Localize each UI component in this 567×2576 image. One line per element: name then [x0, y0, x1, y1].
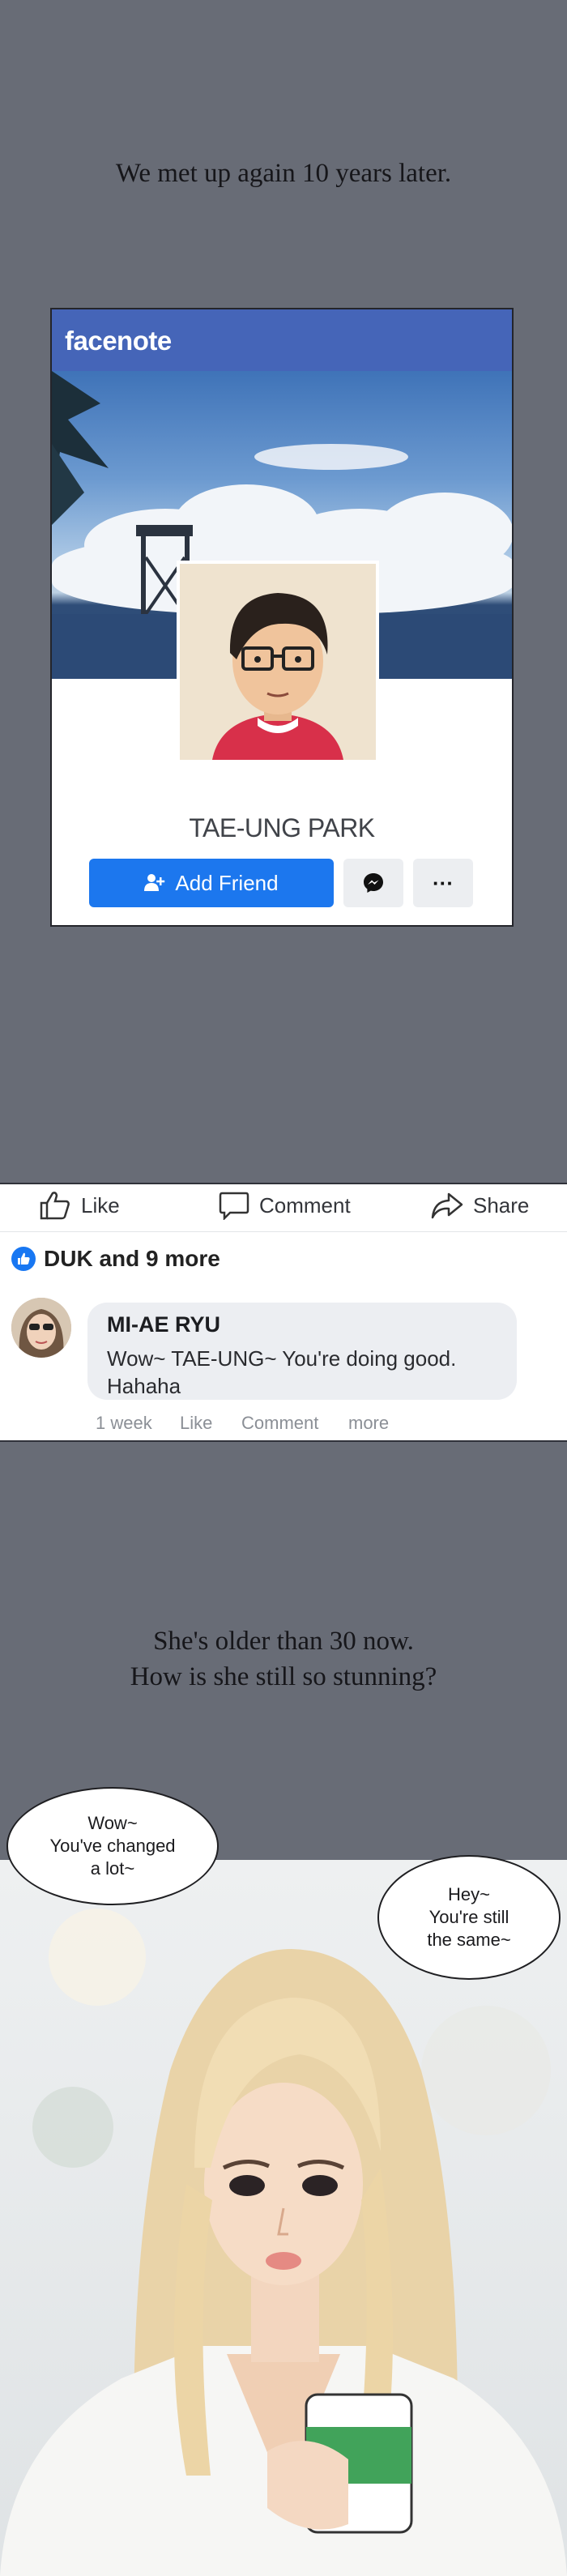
comment-like-link[interactable]: Like	[180, 1413, 212, 1434]
comment-action[interactable]: Comment	[219, 1191, 351, 1220]
speech-left-line-3: a lot~	[90, 1858, 135, 1879]
comment-label: Comment	[259, 1192, 351, 1218]
add-person-icon	[144, 874, 165, 891]
caption-stunning-line-2: How is she still so stunning?	[130, 1662, 437, 1691]
caption-stunning: She's older than 30 now. How is she stil…	[0, 1623, 567, 1695]
comment-timestamp: 1 week	[96, 1413, 152, 1433]
speech-left-line-2: You've changed	[49, 1836, 176, 1856]
like-action[interactable]: Like	[39, 1191, 120, 1220]
like-label: Like	[81, 1192, 120, 1218]
reactions-summary[interactable]: DUK and 9 more	[11, 1246, 220, 1272]
commenter-avatar[interactable]	[11, 1298, 71, 1358]
add-friend-label: Add Friend	[175, 870, 279, 895]
profile-card: facenote TAE-UNG PARK Add Friend ···	[50, 308, 514, 927]
caption-stunning-line-1: She's older than 30 now.	[153, 1627, 414, 1656]
comment-reply-link[interactable]: Comment	[241, 1413, 318, 1434]
share-icon	[431, 1192, 463, 1219]
thumbs-up-icon	[40, 1192, 70, 1220]
comment-text: Wow~ TAE-UNG~ You're doing good. Hahaha	[107, 1345, 456, 1400]
comment-more-link[interactable]: more	[348, 1413, 389, 1434]
speech-right-line-1: Hey~	[448, 1884, 490, 1904]
profile-avatar-illustration	[180, 564, 376, 760]
brand-logo: facenote	[65, 326, 172, 356]
comment-bubble: MI-AE RYU Wow~ TAE-UNG~ You're doing goo…	[87, 1303, 517, 1400]
comment-line-1: Wow~ TAE-UNG~ You're doing good.	[107, 1346, 457, 1371]
speech-bubble-left: Wow~ You've changed a lot~	[6, 1787, 219, 1905]
post-card: Like Comment Share DUK and 9 more MI-AE …	[0, 1183, 567, 1442]
share-action[interactable]: Share	[431, 1191, 529, 1220]
reactions-text: DUK and 9 more	[44, 1246, 220, 1271]
like-reaction-icon	[11, 1247, 36, 1271]
profile-name: TAE-UNG PARK	[189, 813, 375, 842]
comment-author[interactable]: MI-AE RYU	[107, 1312, 220, 1337]
post-actions: Like Comment Share	[0, 1184, 567, 1232]
comment-icon	[219, 1192, 249, 1220]
speech-bubble-right: Hey~ You're still the same~	[377, 1855, 561, 1980]
comment-line-2: Hahaha	[107, 1374, 181, 1398]
share-label: Share	[473, 1192, 530, 1218]
profile-picture[interactable]	[177, 561, 379, 763]
caption-reunion: We met up again 10 years later.	[115, 159, 452, 188]
add-friend-button[interactable]: Add Friend	[89, 859, 334, 907]
speech-right-line-2: You're still	[428, 1907, 509, 1927]
more-options-button[interactable]: ···	[413, 859, 473, 907]
speech-right-line-3: the same~	[427, 1930, 511, 1950]
brand-bar: facenote	[52, 309, 512, 371]
message-button[interactable]	[343, 859, 403, 907]
commenter-avatar-illustration	[11, 1298, 71, 1358]
speech-left-line-1: Wow~	[87, 1813, 138, 1833]
messenger-icon	[364, 873, 383, 893]
